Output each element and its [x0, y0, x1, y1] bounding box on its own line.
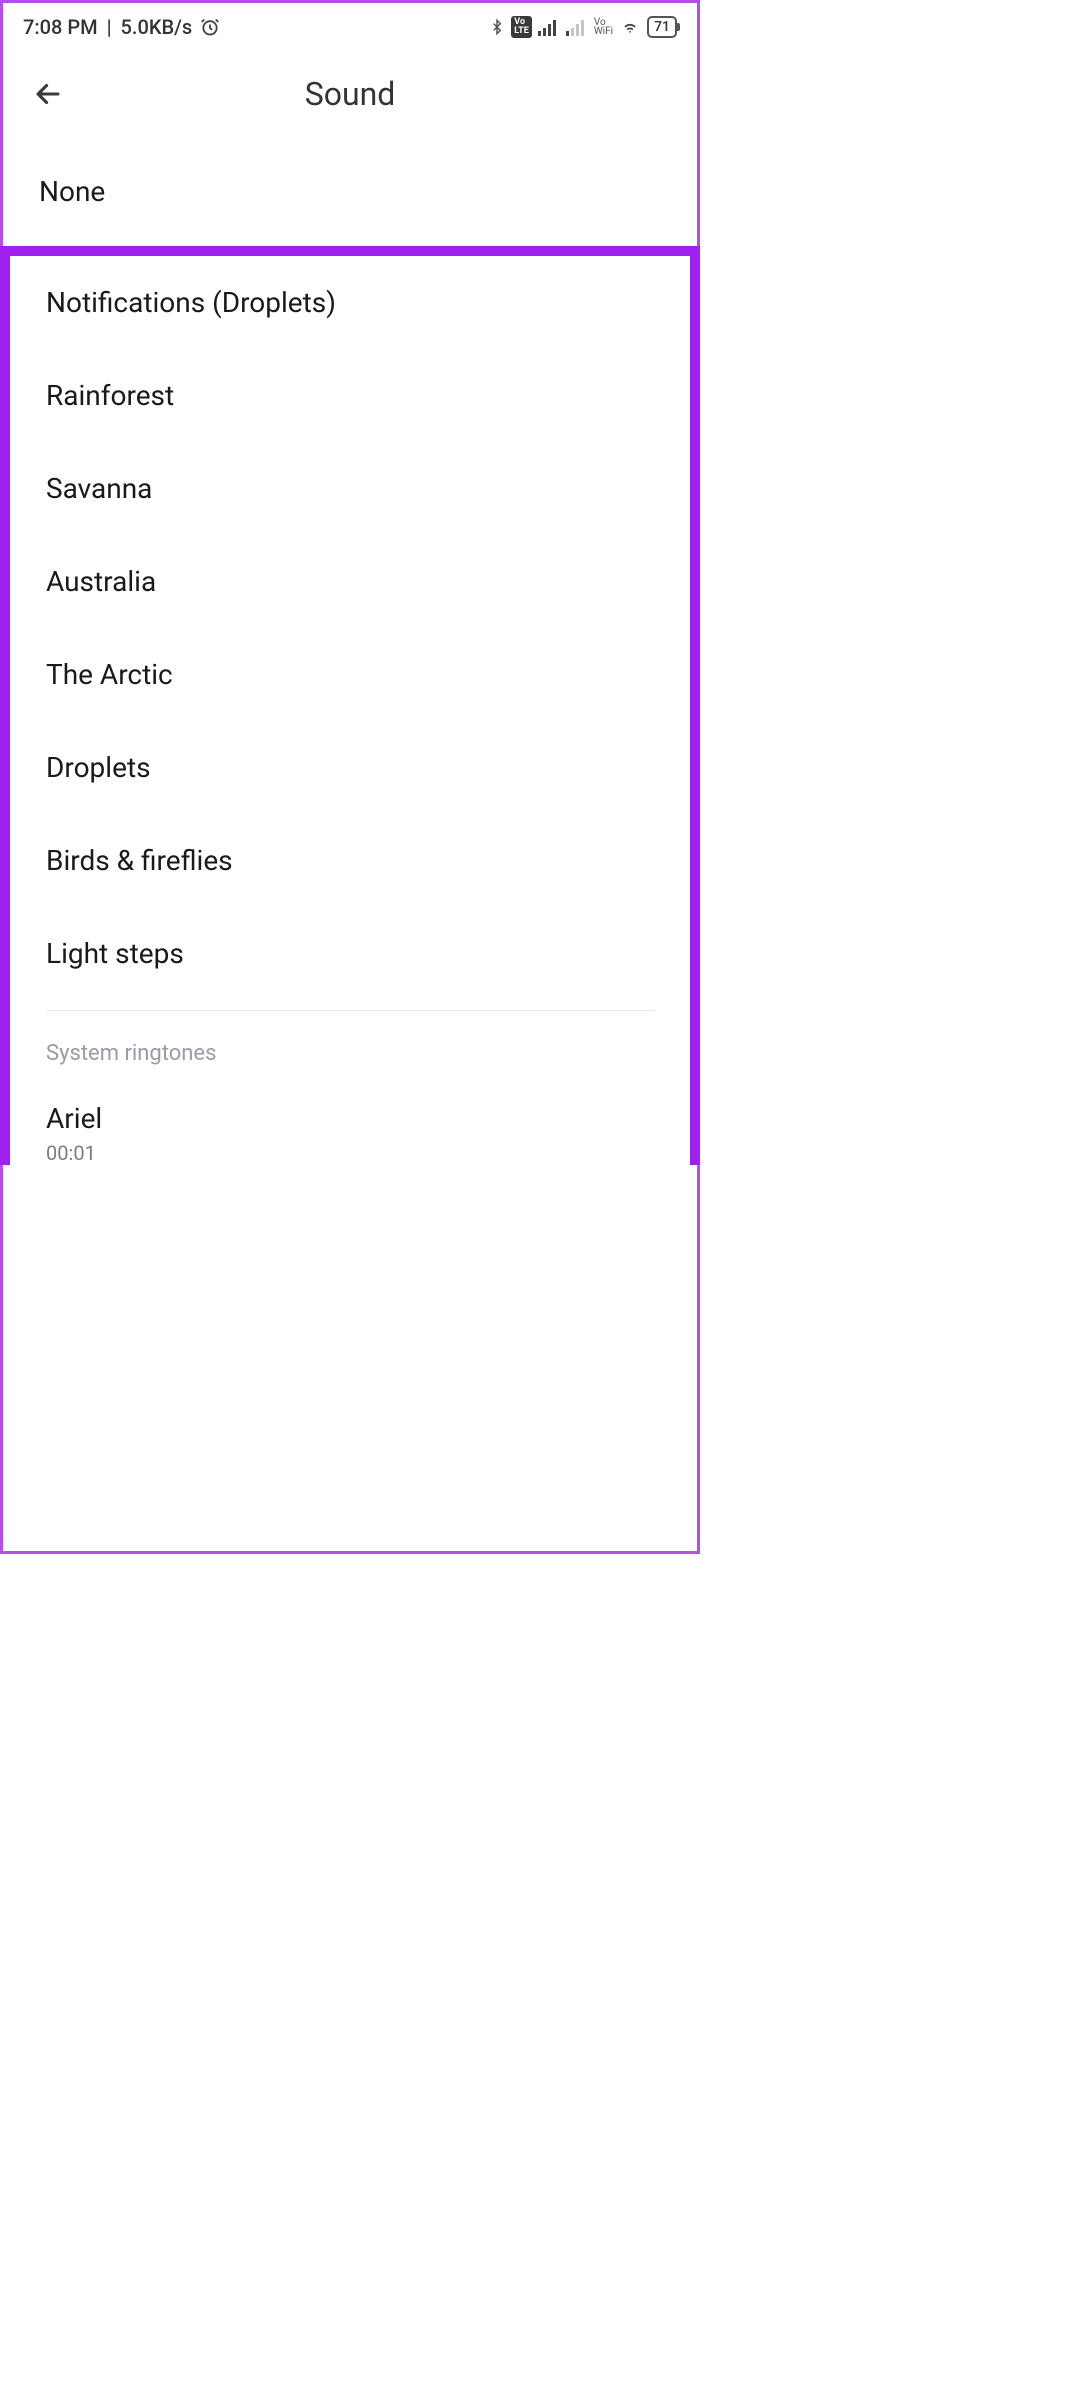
sound-option-rainforest[interactable]: Rainforest: [10, 349, 690, 442]
ringtone-name: Ariel: [46, 1102, 654, 1135]
sound-option-label: Droplets: [46, 751, 151, 784]
sound-option-label: None: [39, 175, 105, 208]
sound-option-label: Birds & fireflies: [46, 844, 233, 877]
highlight-box: Notifications (Droplets) Rainforest Sava…: [0, 246, 700, 1165]
status-separator: |: [102, 15, 117, 39]
signal-bars-icon-2: [566, 18, 588, 36]
sound-option-none[interactable]: None: [3, 143, 697, 246]
page-title: Sound: [305, 75, 396, 113]
sound-option-label: The Arctic: [46, 658, 173, 691]
sound-option-savanna[interactable]: Savanna: [10, 442, 690, 535]
signal-bars-icon-1: [538, 18, 560, 36]
ringtone-item-ariel[interactable]: Ariel 00:01: [10, 1084, 690, 1165]
sound-option-the-arctic[interactable]: The Arctic: [10, 628, 690, 721]
vowifi-icon: VoWiFi: [594, 18, 613, 36]
bluetooth-icon: [489, 17, 505, 37]
sound-option-label: Australia: [46, 565, 156, 598]
header: Sound: [3, 45, 697, 143]
battery-level: 71: [654, 19, 670, 35]
sound-option-label: Savanna: [46, 472, 152, 505]
status-bar: 7:08 PM | 5.0KB/s VoLTE: [3, 3, 697, 45]
status-right: VoLTE VoWiFi 71: [489, 16, 677, 38]
sound-option-label: Notifications (Droplets): [46, 286, 336, 319]
status-network-speed: 5.0KB/s: [121, 15, 193, 39]
sound-option-light-steps[interactable]: Light steps: [10, 907, 690, 1000]
wifi-icon: [619, 18, 641, 36]
section-header-system-ringtones: System ringtones: [10, 1011, 690, 1084]
sound-option-label: Rainforest: [46, 379, 174, 412]
sound-option-droplets[interactable]: Droplets: [10, 721, 690, 814]
sound-option-birds-fireflies[interactable]: Birds & fireflies: [10, 814, 690, 907]
sound-option-label: Light steps: [46, 937, 184, 970]
ringtone-duration: 00:01: [46, 1141, 654, 1165]
sound-option-australia[interactable]: Australia: [10, 535, 690, 628]
status-left: 7:08 PM | 5.0KB/s: [23, 15, 220, 39]
battery-indicator: 71: [647, 16, 677, 38]
alarm-icon: [200, 17, 220, 37]
status-time: 7:08 PM: [23, 15, 98, 39]
volte-icon: VoLTE: [511, 16, 532, 38]
back-button[interactable]: [23, 69, 73, 119]
sound-option-notifications-droplets[interactable]: Notifications (Droplets): [10, 256, 690, 349]
